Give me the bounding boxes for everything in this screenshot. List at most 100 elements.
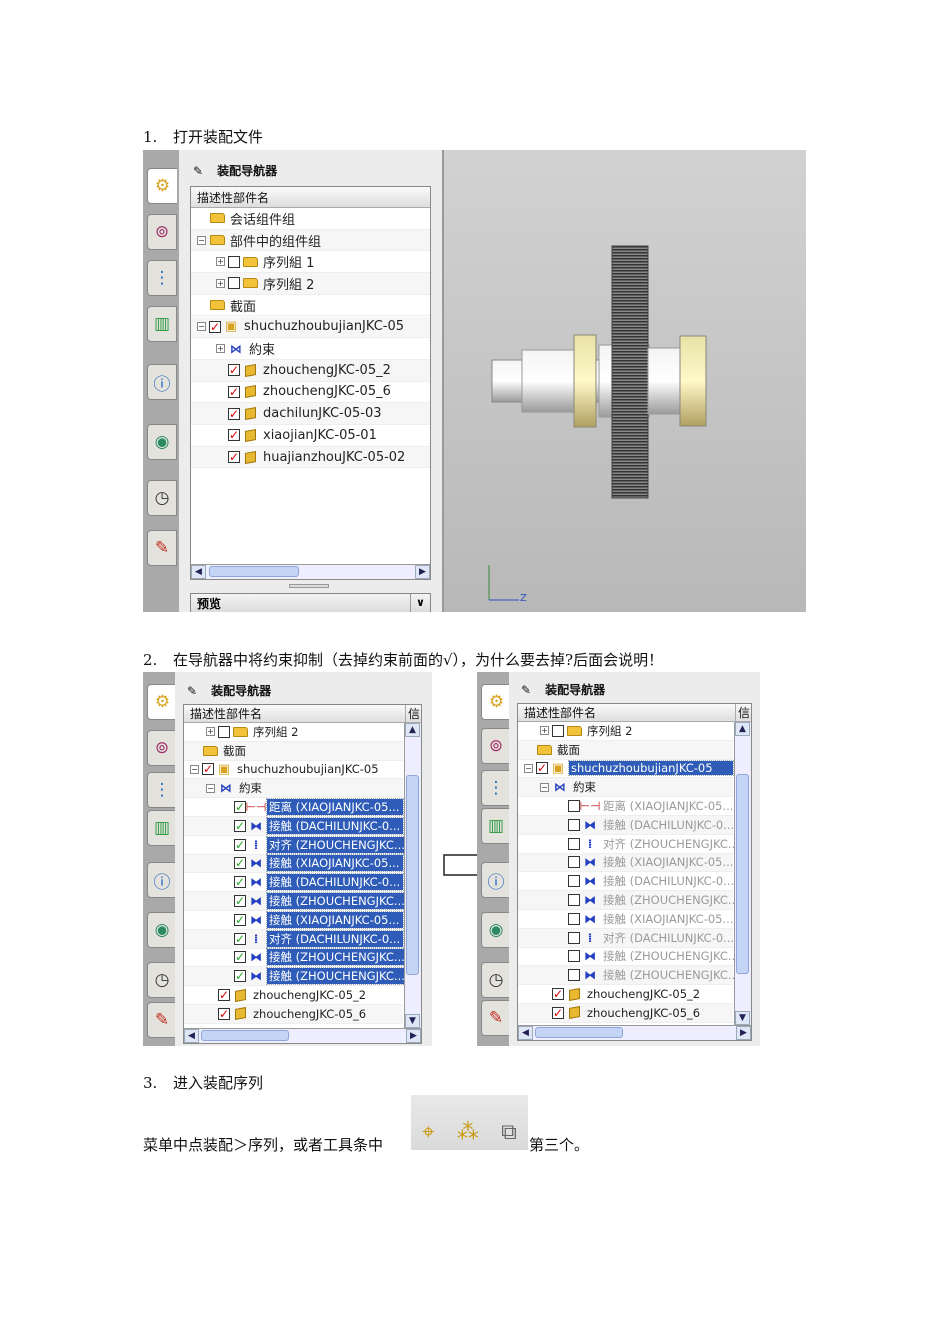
tree-row[interactable]: ✓ zhouchengJKC-05_2	[191, 359, 430, 382]
tree-row[interactable]: ✓ xiaojianJKC-05-01	[191, 425, 430, 447]
collapse-toggle[interactable]: −	[206, 783, 215, 793]
assembly-navigator-tab-icon[interactable]: ⚙	[147, 168, 177, 204]
tree-row[interactable]: ⊢⊣ 距离 (XIAOJIANJKC-05...	[518, 797, 733, 816]
horizontal-scrollbar[interactable]: ◀ ▶	[518, 1025, 751, 1040]
expand-toggle[interactable]: +	[206, 727, 215, 737]
visibility-checkbox[interactable]: ✓	[234, 876, 246, 889]
expand-toggle[interactable]: +	[216, 257, 225, 267]
visibility-checkbox[interactable]: ✓	[228, 429, 240, 442]
visibility-checkbox[interactable]: ✓	[536, 762, 548, 775]
visibility-checkbox[interactable]	[228, 277, 240, 290]
visibility-checkbox[interactable]: ✓	[234, 951, 246, 964]
tree-row[interactable]: + 序列組 2	[184, 723, 403, 742]
column-header-name[interactable]: 描述性部件名 信.	[184, 705, 421, 723]
tree-row[interactable]: ✓ zhouchengJKC-05_6	[518, 1004, 733, 1023]
tree-row[interactable]: ✓ ⧓ 接触 (ZHOUCHENGJKC...	[184, 892, 408, 911]
pin-icon[interactable]: ✎	[193, 164, 203, 178]
tree-row[interactable]: ✓ ⊢⊣ 距离 (XIAOJIANJKC-05...	[184, 798, 404, 817]
scroll-up-button[interactable]: ▲	[735, 722, 750, 736]
visibility-checkbox[interactable]: ✓	[209, 320, 221, 333]
tree-row[interactable]: ✓ ⧓ 接触 (XIAOJIANJKC-05...	[184, 910, 404, 930]
column-header-info[interactable]: 信.	[405, 705, 421, 722]
tree-row[interactable]: ✓ ⧓ 接触 (XIAOJIANJKC-05...	[184, 854, 404, 874]
vertical-scrollbar[interactable]: ▲ ▼	[734, 722, 751, 1025]
visibility-checkbox[interactable]	[218, 725, 230, 738]
visibility-checkbox[interactable]: ✓	[234, 801, 246, 814]
tree-row[interactable]: ✓ huajianzhouJKC-05-02	[191, 446, 430, 469]
collapse-toggle[interactable]: −	[524, 763, 533, 773]
collapse-toggle[interactable]: −	[197, 322, 206, 332]
visibility-checkbox[interactable]	[568, 837, 580, 850]
scroll-up-button[interactable]: ▲	[405, 723, 420, 737]
scroll-thumb[interactable]	[736, 774, 749, 974]
column-header-name[interactable]: 描述性部件名 信.	[518, 704, 751, 722]
scroll-thumb[interactable]	[209, 566, 299, 577]
scroll-thumb[interactable]	[535, 1027, 623, 1038]
tree-row[interactable]: − ✓ ▣ shuchuzhoubujianJKC-05	[191, 316, 430, 339]
visibility-checkbox[interactable]: ✓	[234, 895, 246, 908]
tree-row[interactable]: ✓ ⧓ 接触 (ZHOUCHENGJKC...	[184, 948, 408, 968]
graphics-viewport[interactable]: Z	[442, 150, 806, 612]
tree-row[interactable]: ⁞ 对齐 (ZHOUCHENGJKC...	[518, 835, 739, 854]
tree-row[interactable]: ✓ ⁞ 对齐 (ZHOUCHENGJKC...	[184, 835, 408, 855]
tree-row[interactable]: ✓ dachilunJKC-05-03	[191, 403, 430, 425]
vertical-scrollbar[interactable]: ▲ ▼	[404, 723, 421, 1028]
visibility-checkbox[interactable]	[552, 724, 564, 737]
tree-row[interactable]: ⁞ 对齐 (DACHILUNJKC-0...	[518, 928, 734, 948]
visibility-checkbox[interactable]: ✓	[234, 819, 246, 832]
tree-row[interactable]: + 序列組 2	[191, 273, 430, 295]
web-browser-tab-icon[interactable]: ◉	[481, 912, 511, 948]
expand-toggle[interactable]: +	[216, 278, 225, 288]
scroll-left-button[interactable]: ◀	[184, 1029, 199, 1043]
tree-row[interactable]: ✓ ⁞ 对齐 (DACHILUNJKC-0...	[184, 929, 404, 949]
reuse-library-tab-icon[interactable]: ▥	[147, 306, 177, 342]
visibility-checkbox[interactable]: ✓	[234, 913, 246, 926]
visibility-checkbox[interactable]: ✓	[234, 838, 246, 851]
visibility-checkbox[interactable]	[568, 875, 580, 888]
visibility-checkbox[interactable]: ✓	[552, 988, 564, 1001]
tree-row[interactable]: ⧓ 接触 (ZHOUCHENGJKC...	[518, 948, 739, 967]
history-tab-icon[interactable]: ◷	[481, 962, 511, 998]
tree-row[interactable]: 会话组件组	[191, 208, 430, 230]
hd3d-tools-tab-icon[interactable]: ⓘ	[481, 862, 511, 898]
scroll-right-button[interactable]: ▶	[736, 1026, 751, 1040]
visibility-checkbox[interactable]	[568, 894, 580, 907]
roles-tab-icon[interactable]: ✎	[147, 530, 177, 566]
web-browser-tab-icon[interactable]: ◉	[147, 424, 177, 460]
tree-row[interactable]: ⧓ 接触 (ZHOUCHENGJKC...	[518, 966, 739, 986]
visibility-checkbox[interactable]	[568, 856, 580, 869]
visibility-checkbox[interactable]: ✓	[552, 1006, 564, 1019]
scroll-left-button[interactable]: ◀	[191, 565, 206, 579]
column-header-name[interactable]: 描述性部件名	[191, 187, 430, 208]
scroll-thumb[interactable]	[201, 1030, 289, 1041]
constraint-navigator-tab-icon[interactable]: ⊚	[481, 728, 511, 764]
visibility-checkbox[interactable]: ✓	[228, 451, 240, 464]
expand-toggle[interactable]: +	[216, 344, 225, 354]
tree-row[interactable]: ✓ ⧓ 接触 (DACHILUNJKC-0...	[184, 873, 404, 893]
tree-row[interactable]: ✓ zhouchengJKC-05_2	[184, 986, 403, 1005]
tree-row[interactable]: ⧓ 接触 (ZHOUCHENGJKC...	[518, 891, 739, 910]
history-tab-icon[interactable]: ◷	[147, 480, 177, 516]
scroll-left-button[interactable]: ◀	[518, 1026, 533, 1040]
visibility-checkbox[interactable]: ✓	[228, 385, 240, 398]
web-browser-tab-icon[interactable]: ◉	[147, 912, 177, 948]
tree-row[interactable]: + 序列組 1	[191, 251, 430, 274]
tree-row[interactable]: ⧓ 接触 (XIAOJIANJKC-05...	[518, 853, 733, 873]
tree-row[interactable]: ⧓ 接触 (DACHILUNJKC-0...	[518, 816, 734, 835]
visibility-checkbox[interactable]	[568, 818, 580, 831]
history-tab-icon[interactable]: ◷	[147, 962, 177, 998]
navigator-tree[interactable]: 描述性部件名信. +序列組 2截面−✓▣shuchuzhoubujianJKC-…	[183, 704, 422, 1044]
visibility-checkbox[interactable]: ✓	[202, 763, 214, 776]
tree-row[interactable]: 截面	[518, 740, 733, 760]
horizontal-scrollbar[interactable]: ◀ ▶	[191, 564, 430, 579]
collapse-toggle[interactable]: −	[197, 235, 206, 245]
hd3d-tools-tab-icon[interactable]: ⓘ	[147, 364, 177, 400]
horizontal-scrollbar[interactable]: ◀ ▶	[184, 1028, 421, 1043]
expand-toggle[interactable]: +	[540, 726, 549, 736]
tree-row[interactable]: ✓ ⧓ 接触 (ZHOUCHENGJKC...	[184, 967, 408, 987]
visibility-checkbox[interactable]: ✓	[228, 364, 240, 377]
visibility-checkbox[interactable]: ✓	[228, 407, 240, 420]
tree-row[interactable]: − ⋈ 約束	[518, 778, 733, 798]
tree-row[interactable]: 截面	[191, 295, 430, 317]
visibility-checkbox[interactable]: ✓	[218, 1007, 230, 1020]
